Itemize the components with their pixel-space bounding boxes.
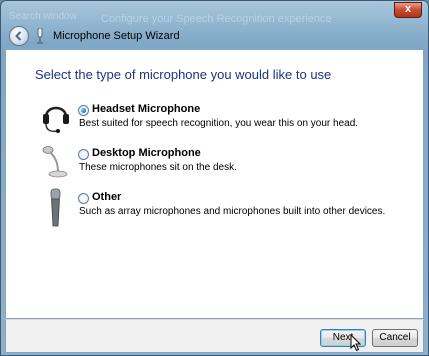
mouse-cursor-icon bbox=[350, 334, 362, 352]
background-window-title: Configure your Speech Recognition experi… bbox=[101, 13, 332, 25]
back-button[interactable] bbox=[9, 26, 29, 46]
radio-desktop[interactable] bbox=[78, 149, 89, 160]
cancel-button[interactable]: Cancel bbox=[372, 329, 418, 347]
desktop-mic-icon bbox=[42, 146, 68, 178]
window-title: Microphone Setup Wizard bbox=[53, 30, 180, 42]
radio-other[interactable] bbox=[78, 193, 89, 204]
radio-headset[interactable] bbox=[78, 105, 89, 116]
title-bar: Microphone Setup Wizard bbox=[5, 25, 424, 47]
handheld-mic-icon bbox=[50, 188, 61, 227]
option-headset-label[interactable]: Headset Microphone bbox=[92, 103, 200, 115]
microphone-icon bbox=[37, 28, 43, 44]
option-desktop[interactable]: Desktop Microphone These microphones sit… bbox=[6, 144, 425, 184]
option-other[interactable]: Other Such as array microphones and micr… bbox=[6, 188, 425, 234]
option-other-label[interactable]: Other bbox=[92, 191, 121, 203]
option-headset[interactable]: Headset Microphone Best suited for speec… bbox=[6, 100, 425, 140]
wizard-content: Select the type of microphone you would … bbox=[5, 49, 424, 319]
close-button[interactable]: x bbox=[394, 2, 422, 18]
option-headset-description: Best suited for speech recognition, you … bbox=[79, 118, 359, 129]
background-search-text: Search window bbox=[9, 11, 77, 22]
option-other-description: Such as array microphones and microphone… bbox=[79, 206, 386, 217]
option-desktop-description: These microphones sit on the desk. bbox=[79, 162, 237, 173]
back-arrow-icon bbox=[15, 31, 22, 41]
wizard-window: Search window Configure your Speech Reco… bbox=[0, 0, 429, 356]
headset-icon bbox=[43, 106, 69, 133]
page-heading: Select the type of microphone you would … bbox=[35, 67, 332, 82]
option-desktop-label[interactable]: Desktop Microphone bbox=[92, 147, 201, 159]
